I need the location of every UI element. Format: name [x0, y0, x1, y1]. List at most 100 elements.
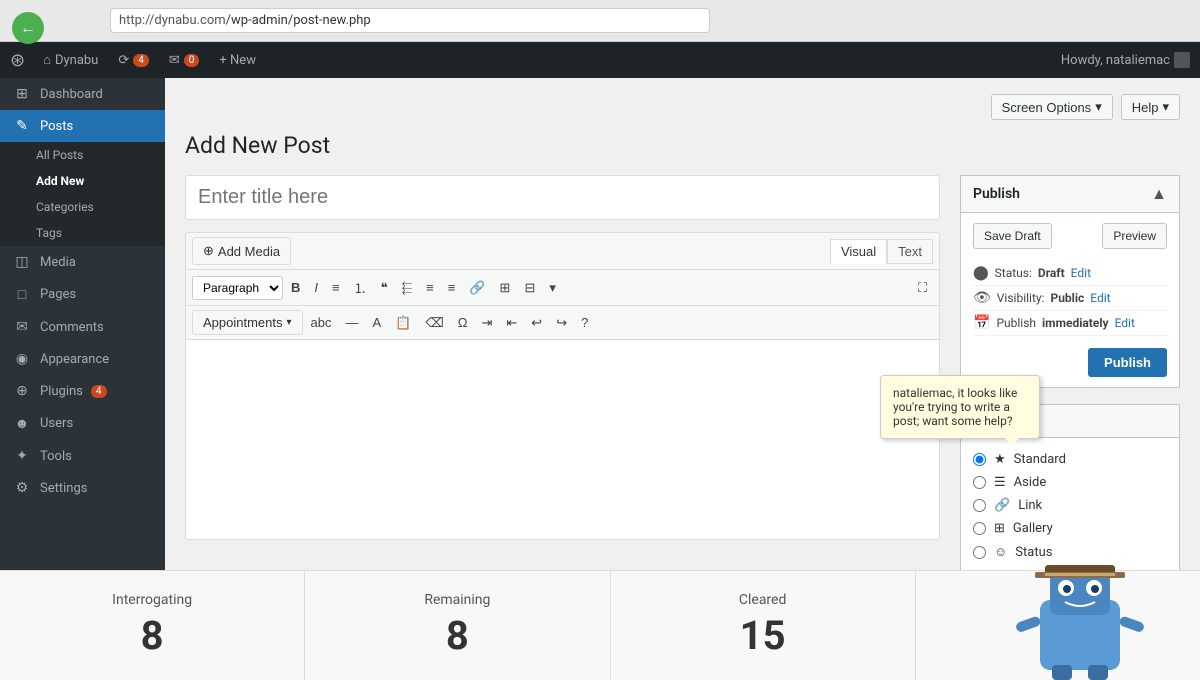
avatar: [1174, 52, 1190, 68]
url-bar[interactable]: http://dynabu.com /wp-admin/post-new.php: [110, 8, 710, 33]
stat-col-interrogating: Interrogating 8: [0, 571, 305, 680]
comments-icon: ✉: [12, 319, 32, 335]
table-button[interactable]: ⊞: [494, 276, 517, 300]
topbar-site-name[interactable]: ⌂ Dynabu: [33, 42, 108, 78]
format-aside-radio[interactable]: [973, 476, 986, 489]
sidebar-item-tools[interactable]: ✦ Tools: [0, 440, 165, 472]
add-media-icon: ⊕: [203, 243, 214, 259]
post-title-input[interactable]: [185, 175, 940, 220]
spacer: [916, 571, 1200, 680]
publish-box: Publish ▲ Save Draft Preview ⬤: [960, 175, 1180, 388]
paragraph-select[interactable]: Paragraph: [192, 276, 283, 300]
align-left-button[interactable]: ⬱: [396, 276, 419, 300]
format-option-aside: ☰ Aside: [973, 471, 1167, 494]
bold-button[interactable]: B: [285, 276, 306, 299]
status-row: ⬤ Status: Draft Edit: [973, 261, 1167, 286]
media-bar: ⊕ Add Media Visual Text: [186, 233, 939, 270]
align-center-button[interactable]: ≡: [420, 276, 440, 299]
format-gallery-radio[interactable]: [973, 522, 986, 535]
indent-button[interactable]: ⇥: [475, 311, 498, 335]
sidebar-item-settings[interactable]: ⚙ Settings: [0, 472, 165, 504]
more-button[interactable]: ▾: [543, 276, 562, 300]
format-box-body: ★ Standard ☰ Aside 🔗 Link: [961, 438, 1179, 574]
topbar-updates[interactable]: ⟳ 4: [108, 42, 159, 78]
media-icon: ◫: [12, 254, 32, 270]
publish-button-wrap: Publish: [973, 348, 1167, 377]
format-status-radio[interactable]: [973, 546, 986, 559]
italic-button[interactable]: I: [308, 276, 324, 299]
blockquote-button[interactable]: ❝: [375, 276, 394, 300]
gallery-icon: ⊞: [994, 521, 1005, 536]
help-button[interactable]: Help ▾: [1121, 94, 1180, 120]
align-right-button[interactable]: ≡: [442, 276, 462, 299]
sidebar-item-appearance[interactable]: ◉ Appearance: [0, 343, 165, 375]
grid-button[interactable]: ⊟: [518, 276, 541, 300]
format-option-standard: ★ Standard: [973, 448, 1167, 471]
publish-box-toggle-icon[interactable]: ▲: [1151, 184, 1167, 204]
sidebar-item-posts[interactable]: ✎ Posts: [0, 110, 165, 142]
topbar-comments[interactable]: ✉ 0: [159, 42, 210, 78]
updates-icon: ⟳: [118, 53, 129, 68]
topbar-howdy[interactable]: Howdy, nataliemac: [1061, 53, 1170, 68]
screen-options-chevron-icon: ▾: [1095, 99, 1102, 115]
publish-button[interactable]: Publish: [1088, 348, 1167, 377]
sidebar-item-pages[interactable]: □ Pages: [0, 278, 165, 311]
home-icon: ⌂: [43, 52, 51, 68]
link-button[interactable]: 🔗: [463, 276, 491, 300]
sidebar-sub-tags[interactable]: Tags: [0, 220, 165, 246]
sidebar-sub-all-posts[interactable]: All Posts: [0, 142, 165, 168]
sidebar-item-users[interactable]: ☻ Users: [0, 407, 165, 440]
strikethrough-button[interactable]: abc: [305, 311, 338, 334]
status-format-icon: ☺: [994, 544, 1007, 560]
visual-tab[interactable]: Visual: [830, 239, 887, 264]
format-link-radio[interactable]: [973, 499, 986, 512]
browser-back-button[interactable]: ←: [12, 12, 44, 44]
status-edit-link[interactable]: Edit: [1071, 266, 1091, 280]
unordered-list-button[interactable]: ≡: [326, 276, 346, 299]
outdent-button[interactable]: ⇤: [500, 311, 523, 335]
add-media-button[interactable]: ⊕ Add Media: [192, 237, 291, 265]
preview-button[interactable]: Preview: [1102, 223, 1167, 249]
sidebar-sub-add-new[interactable]: Add New: [0, 168, 165, 194]
sidebar-item-dashboard[interactable]: ⊞ Dashboard: [0, 78, 165, 110]
help-editor-button[interactable]: ?: [575, 311, 594, 334]
browser-chrome: http://dynabu.com /wp-admin/post-new.php: [0, 0, 1200, 42]
paste-as-text-button[interactable]: 📋: [389, 311, 417, 335]
ordered-list-button[interactable]: ⒈: [348, 274, 373, 301]
visual-text-tabs: Visual Text: [830, 239, 933, 264]
clear-format-button[interactable]: ⌫: [419, 311, 449, 335]
text-tab[interactable]: Text: [887, 239, 933, 264]
visibility-edit-link[interactable]: Edit: [1090, 291, 1110, 305]
sidebar-item-media[interactable]: ◫ Media: [0, 246, 165, 278]
clippy-tooltip: nataliemac, it looks like you're trying …: [880, 375, 1040, 439]
stat-label-cleared: Cleared: [739, 592, 787, 608]
tools-icon: ✦: [12, 448, 32, 464]
wp-logo-icon[interactable]: ⊛: [10, 50, 25, 71]
publish-time-edit-link[interactable]: Edit: [1115, 316, 1135, 330]
publish-time-row: 📅 Publish immediately Edit: [973, 311, 1167, 336]
save-draft-button[interactable]: Save Draft: [973, 223, 1052, 249]
screen-options-button[interactable]: Screen Options ▾: [991, 94, 1113, 120]
standard-icon: ★: [994, 452, 1006, 467]
hr-button[interactable]: —: [340, 311, 365, 334]
text-color-button[interactable]: A: [367, 311, 388, 334]
editor-body[interactable]: [185, 340, 940, 540]
fullscreen-button[interactable]: ⛶: [912, 276, 933, 300]
settings-icon: ⚙: [12, 480, 32, 496]
redo-button[interactable]: ↪: [550, 311, 573, 335]
undo-button[interactable]: ↩: [525, 311, 548, 335]
status-icon: ⬤: [973, 265, 989, 281]
stat-col-cleared: Cleared 15: [611, 571, 916, 680]
appointments-button[interactable]: Appointments ▾: [192, 310, 303, 335]
link-icon: 🔗: [994, 498, 1010, 513]
toolbar-row-1: Paragraph B I ≡ ⒈ ❝ ⬱ ≡ ≡ 🔗 ⊞: [186, 270, 939, 306]
posts-icon: ✎: [12, 118, 32, 134]
format-standard-radio[interactable]: [973, 453, 986, 466]
sidebar-sub-categories[interactable]: Categories: [0, 194, 165, 220]
visibility-row: 👁 Visibility: Public Edit: [973, 286, 1167, 311]
special-char-button[interactable]: Ω: [452, 311, 474, 334]
sidebar-item-comments[interactable]: ✉ Comments: [0, 311, 165, 343]
sidebar-item-plugins[interactable]: ⊕ Plugins 4: [0, 375, 165, 407]
stat-col-remaining: Remaining 8: [305, 571, 610, 680]
topbar-new[interactable]: + New: [209, 42, 266, 78]
